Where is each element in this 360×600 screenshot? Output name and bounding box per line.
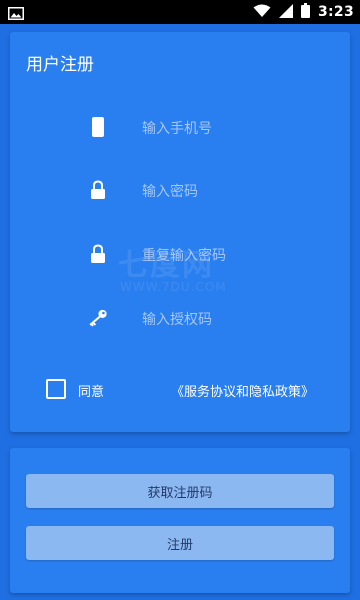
auth-code-input[interactable]: 输入授权码 [142, 309, 212, 329]
password-input[interactable]: 输入密码 [142, 181, 198, 201]
signal-icon [278, 3, 293, 22]
agreement-row: 同意 《服务协议和隐私政策》 [46, 375, 346, 405]
status-time: 3:23 [317, 4, 354, 20]
phone-icon [88, 115, 108, 139]
battery-icon [300, 2, 310, 22]
lock-icon [88, 178, 108, 202]
actions-card: 获取注册码 注册 [10, 448, 350, 593]
phone-field[interactable]: 输入手机号 [10, 107, 350, 147]
key-icon [88, 306, 108, 330]
password-field[interactable]: 输入密码 [10, 170, 350, 210]
register-button[interactable]: 注册 [26, 526, 334, 560]
confirm-password-field[interactable]: 重复输入密码 [10, 234, 350, 274]
wifi-icon [253, 3, 271, 22]
auth-code-field[interactable]: 输入授权码 [10, 298, 350, 338]
lock-icon [88, 242, 108, 266]
confirm-password-input[interactable]: 重复输入密码 [142, 245, 226, 265]
policy-link[interactable]: 《服务协议和隐私政策》 [171, 381, 314, 400]
register-card: 用户注册 输入手机号 输入密码 重复输入密码 输入授权码 同意 《服务协议和隐私… [10, 32, 350, 432]
agree-label[interactable]: 同意 [78, 381, 104, 400]
status-bar: 3:23 [0, 0, 360, 24]
agree-checkbox[interactable] [46, 379, 66, 399]
get-code-button[interactable]: 获取注册码 [26, 474, 334, 508]
page-title: 用户注册 [26, 55, 94, 75]
phone-input[interactable]: 输入手机号 [142, 118, 212, 138]
image-icon [8, 5, 24, 20]
